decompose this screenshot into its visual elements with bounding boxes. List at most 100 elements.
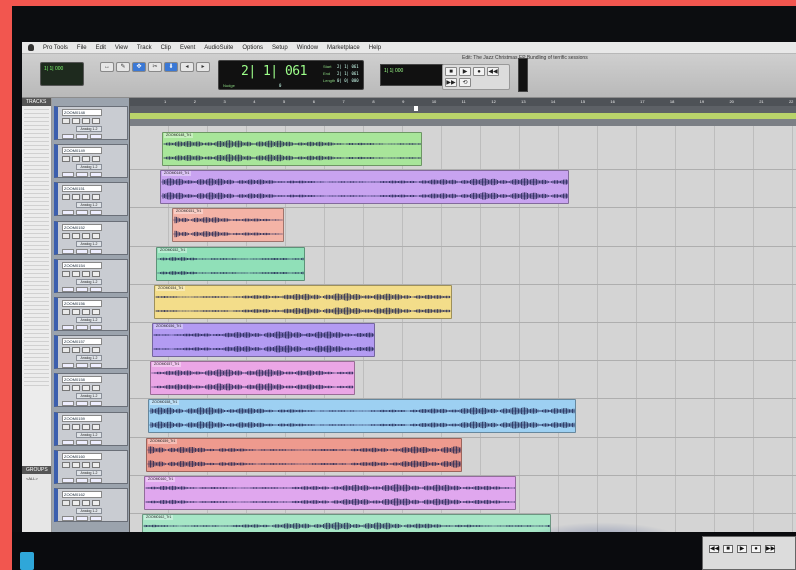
io-selector[interactable]: Analog 1-2 [76, 355, 102, 362]
track-name-field[interactable]: ZOOM0158 [62, 376, 102, 384]
mute-button[interactable] [92, 309, 100, 315]
track-name-field[interactable]: ZOOM0148 [62, 109, 102, 116]
stop-button[interactable]: ■ [445, 67, 457, 76]
record-button[interactable]: ● [473, 67, 485, 76]
solo-button[interactable] [82, 118, 90, 124]
playlist-selector[interactable] [90, 401, 102, 407]
input-monitor-button[interactable] [72, 309, 80, 315]
pencil-tool-button[interactable]: ✎ [116, 62, 130, 72]
menu-item-marketplace[interactable]: Marketplace [327, 45, 360, 51]
record-enable-button[interactable] [62, 232, 70, 239]
input-monitor-button[interactable] [72, 461, 80, 468]
glimpse-play-button[interactable]: ▶ [737, 545, 747, 553]
input-monitor-button[interactable] [72, 118, 80, 124]
audio-clip[interactable]: ZOOM0157_Tr1 [150, 361, 355, 396]
track-header[interactable]: ZOOM0157 Analog 1-2 [54, 335, 128, 370]
solo-button[interactable] [82, 347, 90, 354]
io-selector[interactable]: Analog 1-2 [76, 240, 102, 247]
io-selector[interactable]: Analog 1-2 [76, 202, 102, 209]
solo-button[interactable] [82, 461, 90, 468]
timebase-selector[interactable] [76, 172, 88, 178]
timebase-selector[interactable] [76, 516, 88, 521]
rewind-button[interactable]: ◀◀ [487, 67, 499, 76]
menu-item-edit[interactable]: Edit [96, 45, 106, 51]
timebase-selector[interactable] [76, 210, 88, 216]
glimpse-rewind-button[interactable]: ◀◀ [709, 545, 719, 553]
playlist-selector[interactable] [90, 172, 102, 178]
solo-button[interactable] [82, 385, 90, 392]
menu-item-audiosuite[interactable]: AudioSuite [204, 45, 233, 51]
track-name-field[interactable]: ZOOM0156 [62, 300, 102, 307]
playlist-selector[interactable] [90, 210, 102, 216]
track-name-field[interactable]: ZOOM0162 [62, 491, 102, 498]
menu-item-window[interactable]: Window [297, 45, 318, 51]
timebase-selector[interactable] [76, 401, 88, 407]
menu-item-file[interactable]: File [77, 45, 87, 51]
menu-item-track[interactable]: Track [137, 45, 152, 51]
glimpse-ff-button[interactable]: ▶▶ [765, 545, 775, 553]
playlist-selector[interactable] [90, 363, 102, 369]
solo-button[interactable] [82, 156, 90, 163]
track-header[interactable]: ZOOM0152 Analog 1-2 [54, 220, 128, 255]
playhead-marker[interactable] [414, 106, 418, 111]
audio-clip[interactable]: ZOOM0162_Tr1 [142, 514, 552, 532]
menu-item-view[interactable]: View [115, 45, 128, 51]
track-header[interactable]: ZOOM0162 Analog 1-2 [54, 488, 128, 522]
mute-button[interactable] [92, 270, 100, 277]
menu-item-pro-tools[interactable]: Pro Tools [43, 45, 68, 51]
sub-counter[interactable]: 1| 1| 000 [380, 64, 450, 86]
timebase-selector[interactable] [76, 439, 88, 445]
play-button[interactable]: ▶ [459, 67, 471, 76]
record-enable-button[interactable] [62, 500, 70, 506]
fast-forward-button[interactable]: ▶▶ [445, 78, 457, 87]
solo-button[interactable] [82, 232, 90, 239]
track-name-field[interactable]: ZOOM0149 [62, 147, 102, 155]
trim-tool-button[interactable]: ✂ [148, 62, 162, 72]
input-monitor-button[interactable] [72, 423, 80, 430]
audio-clip[interactable]: ZOOM0152_Tr1 [156, 246, 305, 281]
playlist-selector[interactable] [90, 516, 102, 521]
start-value[interactable]: 2| 1| 061 [337, 64, 359, 69]
end-value[interactable]: 2| 1| 061 [337, 71, 359, 76]
track-header[interactable]: ZOOM0159 Analog 1-2 [54, 411, 128, 446]
mute-button[interactable] [92, 500, 100, 506]
view-selector[interactable] [62, 248, 74, 254]
view-selector[interactable] [62, 516, 74, 521]
audio-clip[interactable]: ZOOM0148_Tr1 [162, 132, 423, 166]
playlist-selector[interactable] [90, 248, 102, 254]
mute-button[interactable] [92, 347, 100, 354]
record-enable-button[interactable] [62, 309, 70, 315]
record-enable-button[interactable] [62, 423, 70, 430]
timebase-selector[interactable] [76, 363, 88, 369]
solo-button[interactable] [82, 309, 90, 315]
input-monitor-button[interactable] [72, 500, 80, 506]
audio-clip[interactable]: ZOOM0149_Tr1 [160, 170, 570, 205]
audio-clip[interactable]: ZOOM0154_Tr1 [154, 284, 452, 319]
timebase-selector[interactable] [76, 134, 88, 139]
selector-tool-button[interactable]: ⬇ [164, 62, 178, 72]
mute-button[interactable] [92, 118, 100, 124]
track-header[interactable]: ZOOM0148 Analog 1-2 [54, 106, 128, 140]
input-monitor-button[interactable] [72, 194, 80, 201]
solo-button[interactable] [82, 270, 90, 277]
track-name-field[interactable]: ZOOM0151 [62, 185, 102, 193]
track-header[interactable]: ZOOM0151 Analog 1-2 [54, 182, 128, 217]
mute-button[interactable] [92, 423, 100, 430]
nudge-forward-button[interactable]: ▸ [196, 62, 210, 72]
io-selector[interactable]: Analog 1-2 [76, 508, 102, 514]
min-secs-ruler[interactable] [130, 106, 796, 113]
io-selector[interactable]: Analog 1-2 [76, 317, 102, 323]
playlist-selector[interactable] [90, 477, 102, 483]
mute-button[interactable] [92, 156, 100, 163]
view-selector[interactable] [62, 172, 74, 178]
menu-item-setup[interactable]: Setup [272, 45, 288, 51]
menu-item-options[interactable]: Options [242, 45, 263, 51]
io-selector[interactable]: Analog 1-2 [76, 393, 102, 400]
solo-button[interactable] [82, 194, 90, 201]
mute-button[interactable] [92, 385, 100, 392]
timebase-selector[interactable] [76, 248, 88, 254]
view-selector[interactable] [62, 134, 74, 139]
track-name-field[interactable]: ZOOM0160 [62, 452, 102, 460]
track-name-field[interactable]: ZOOM0154 [62, 261, 102, 269]
io-selector[interactable]: Analog 1-2 [76, 278, 102, 285]
